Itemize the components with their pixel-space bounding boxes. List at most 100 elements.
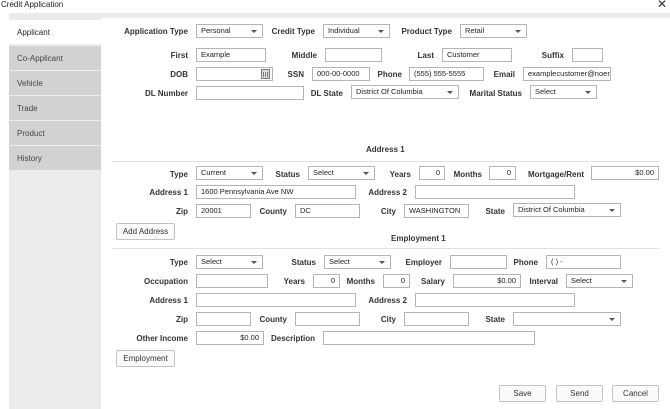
mortgage-rent-field[interactable]: $0.00 xyxy=(591,166,659,180)
sidebar-item-applicant[interactable]: Applicant xyxy=(9,20,101,45)
address-line-1-label: Address 1 xyxy=(149,188,188,197)
sidebar-item-trade[interactable]: Trade xyxy=(9,96,101,121)
employment-city-label: City xyxy=(380,315,396,324)
employment-months-label: Months xyxy=(346,277,375,286)
occupation-field[interactable] xyxy=(196,274,268,288)
employment-years-field[interactable]: 0 xyxy=(313,274,340,288)
employment-1-title: Employment 1 xyxy=(391,234,446,243)
add-address-button[interactable]: Add Address xyxy=(116,223,175,240)
divider xyxy=(113,248,659,249)
sidebar-item-vehicle[interactable]: Vehicle xyxy=(9,71,101,96)
employment-address-2-label: Address 2 xyxy=(368,296,407,305)
credit-type-select[interactable]: Individual xyxy=(323,24,390,38)
phone-field[interactable]: (555) 555-5555 xyxy=(409,67,484,81)
dl-state-select[interactable]: District Of Columbia xyxy=(351,85,459,99)
employment-zip-label: Zip xyxy=(176,315,188,324)
dob-field[interactable] xyxy=(196,67,273,81)
interval-select[interactable]: Select xyxy=(566,274,633,288)
employment-status-select[interactable]: Select xyxy=(324,255,391,269)
employment-city-field[interactable] xyxy=(404,312,469,326)
sidebar-item-product[interactable]: Product xyxy=(9,121,101,146)
employment-months-field[interactable]: 0 xyxy=(383,274,410,288)
employment-zip-field[interactable] xyxy=(196,312,251,326)
employment-phone-field[interactable]: ( ) - xyxy=(546,255,621,269)
state-label: State xyxy=(485,207,505,216)
employment-type-select[interactable]: Select xyxy=(196,255,263,269)
address-years-label: Years xyxy=(389,170,411,179)
salary-field[interactable]: $0.00 xyxy=(453,274,521,288)
address-years-field[interactable]: 0 xyxy=(419,166,445,180)
mortgage-rent-label: Mortgage/Rent xyxy=(528,170,584,179)
middle-name-field[interactable] xyxy=(325,48,382,62)
address-line-1-field[interactable]: 1600 Pennsylvania Ave NW xyxy=(196,185,356,199)
city-label: City xyxy=(380,207,396,216)
dl-state-label: DL State xyxy=(310,89,343,98)
employment-county-label: County xyxy=(259,315,287,324)
address-line-2-label: Address 2 xyxy=(368,188,407,197)
dl-number-label: DL Number xyxy=(145,89,188,98)
employment-type-label: Type xyxy=(169,258,188,267)
main-top-strip xyxy=(101,13,670,18)
employment-address-1-field[interactable] xyxy=(196,293,356,307)
county-field[interactable]: DC xyxy=(295,204,360,218)
suffix-label: Suffix xyxy=(541,51,564,60)
sidebar-item-history[interactable]: History xyxy=(9,146,101,171)
credit-type-label: Credit Type xyxy=(271,27,315,36)
employer-field[interactable] xyxy=(450,255,507,269)
employment-address-2-field[interactable] xyxy=(415,293,575,307)
marital-status-label: Marital Status xyxy=(469,89,522,98)
zip-field[interactable]: 20001 xyxy=(196,204,251,218)
calendar-icon[interactable] xyxy=(261,69,270,79)
state-select[interactable]: District Of Columbia xyxy=(513,203,621,217)
sidebar: Applicant Co-Applicant Vehicle Trade Pro… xyxy=(9,13,101,409)
address-months-label: Months xyxy=(453,170,482,179)
ssn-label: SSN xyxy=(287,70,304,79)
address-line-2-field[interactable] xyxy=(415,185,575,199)
employer-label: Employer xyxy=(405,258,442,267)
close-icon[interactable]: ✕ xyxy=(657,0,667,11)
sidebar-item-co-applicant[interactable]: Co-Applicant xyxy=(9,46,101,71)
email-label: Email xyxy=(493,70,515,79)
interval-label: Interval xyxy=(529,277,558,286)
save-button[interactable]: Save xyxy=(499,385,546,402)
city-field[interactable]: WASHINGTON xyxy=(404,204,469,218)
description-label: Description xyxy=(270,334,315,343)
email-field[interactable]: examplecustomer@noen xyxy=(523,67,611,81)
send-button[interactable]: Send xyxy=(556,385,603,402)
dl-number-field[interactable] xyxy=(196,86,304,100)
employment-state-label: State xyxy=(485,315,505,324)
title-bar: Credit Application ✕ xyxy=(0,0,670,11)
employment-state-select[interactable] xyxy=(513,312,621,326)
dob-label: DOB xyxy=(170,70,188,79)
product-type-select[interactable]: Retail xyxy=(460,24,527,38)
address-status-select[interactable]: Select xyxy=(308,166,375,180)
cancel-button[interactable]: Cancel xyxy=(612,385,659,402)
suffix-field[interactable] xyxy=(572,48,603,62)
ssn-field[interactable]: 000-00-0000 xyxy=(312,67,370,81)
other-income-label: Other Income xyxy=(136,334,188,343)
first-name-label: First xyxy=(170,51,188,60)
address-type-label: Type xyxy=(169,170,188,179)
application-type-select[interactable]: Personal xyxy=(196,24,263,38)
occupation-label: Occupation xyxy=(143,277,188,286)
salary-label: Salary xyxy=(420,277,445,286)
last-name-label: Last xyxy=(417,51,434,60)
other-income-field[interactable]: $0.00 xyxy=(196,331,264,345)
employment-status-label: Status xyxy=(291,258,316,267)
zip-label: Zip xyxy=(176,207,188,216)
marital-status-select[interactable]: Select xyxy=(530,85,597,99)
last-name-field[interactable]: Customer xyxy=(442,48,512,62)
employment-button[interactable]: Employment xyxy=(116,350,175,367)
window-title: Credit Application xyxy=(1,0,64,9)
address-type-select[interactable]: Current xyxy=(196,166,263,180)
address-months-field[interactable]: 0 xyxy=(489,166,516,180)
first-name-field[interactable]: Example xyxy=(196,48,266,62)
address-1-title: Address 1 xyxy=(366,145,405,154)
employment-years-label: Years xyxy=(283,277,305,286)
employment-county-field[interactable] xyxy=(295,312,360,326)
employment-address-1-label: Address 1 xyxy=(149,296,188,305)
address-status-label: Status xyxy=(275,170,300,179)
county-label: County xyxy=(259,207,287,216)
phone-label: Phone xyxy=(377,70,402,79)
description-field[interactable] xyxy=(323,331,535,345)
